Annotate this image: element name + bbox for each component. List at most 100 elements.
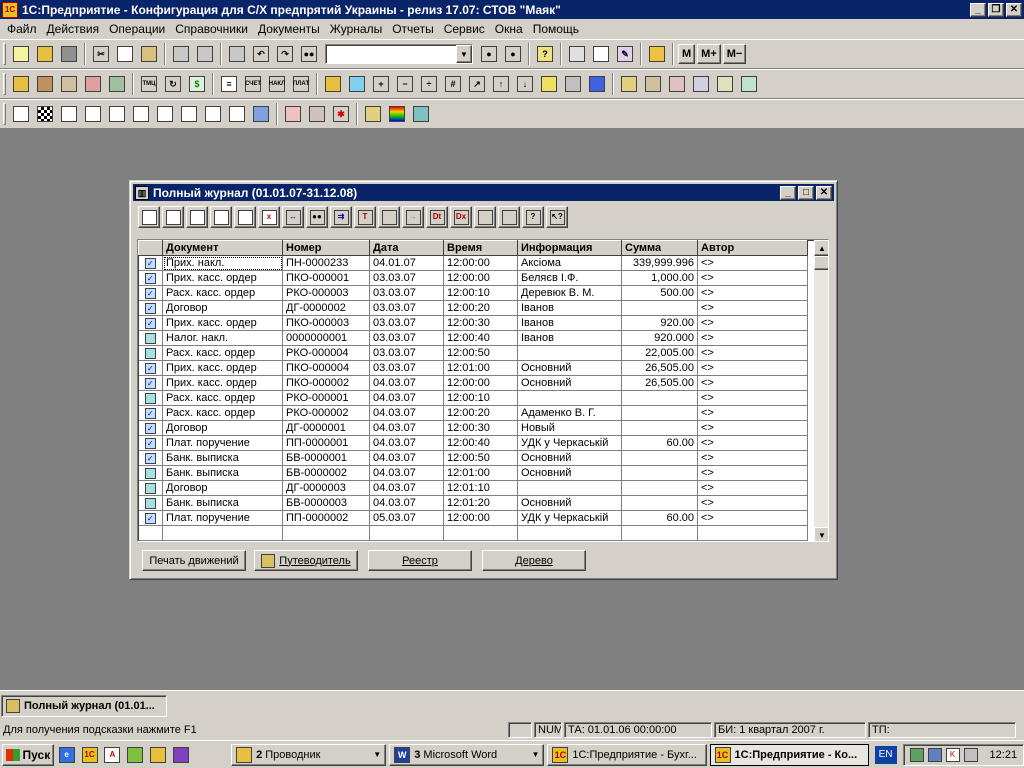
waybill-button[interactable]: НАКЛ [266,73,288,95]
quicklaunch-1c[interactable]: 1C [80,745,100,765]
spreadsheet-button[interactable] [282,103,304,125]
divide-button[interactable]: ÷ [418,73,440,95]
vertical-scrollbar[interactable]: ▲ ▼ [814,240,828,541]
journal-paste-button[interactable] [234,206,256,228]
toolbar-grip[interactable] [3,103,6,125]
cell-time[interactable]: 12:00:00 [443,375,518,391]
cell-date[interactable]: 03.03.07 [369,285,444,301]
arrow-button[interactable]: ↗ [466,73,488,95]
row-status-cell[interactable]: ✓ [138,285,163,301]
cell-date[interactable]: 04.03.07 [369,405,444,421]
language-indicator[interactable]: EN [874,745,897,764]
cell-number[interactable]: ДГ-0000001 [282,420,370,436]
minus-button[interactable]: − [394,73,416,95]
cell-sum[interactable] [621,300,698,316]
quicklaunch-ie[interactable]: e [57,745,77,765]
cell-info[interactable]: Основний [517,495,622,511]
tree-view-button[interactable] [618,73,640,95]
cell-info[interactable]: Основний [517,360,622,376]
new-button[interactable] [10,43,32,65]
list-button[interactable]: ≡ [218,73,240,95]
calendar-button[interactable] [590,43,612,65]
row-status-cell[interactable]: ✓ [138,510,163,526]
cell-date[interactable]: 03.03.07 [369,360,444,376]
journal-sort-button[interactable]: T [354,206,376,228]
column-button[interactable] [322,73,344,95]
cell-number[interactable]: ПКО-000003 [282,315,370,331]
cell-number[interactable]: БВ-0000001 [282,450,370,466]
print-preview-button[interactable] [194,43,216,65]
tray-network-icon[interactable] [909,747,924,762]
journal-base-button[interactable] [474,206,496,228]
report-2-button[interactable] [34,103,56,125]
table-row[interactable]: ✓ Расх. касс. ордер РКО-000002 04.03.07 12:0… [138,405,808,421]
memory-minus-button[interactable]: M− [722,44,747,64]
row-status-cell[interactable]: ✓ [138,270,163,286]
scroll-thumb[interactable] [814,256,828,270]
cell-sum[interactable] [621,405,698,421]
task-1c-config[interactable]: 1C 1С:Предприятие - Ко... [709,743,869,766]
report-8-button[interactable] [178,103,200,125]
cell-number[interactable]: ПКО-000001 [282,270,370,286]
cell-date[interactable]: 04.03.07 [369,390,444,406]
scroll-down-icon[interactable]: ▼ [814,527,828,541]
cell-document[interactable]: Договор [162,480,283,496]
cell-info[interactable]: Іванов [517,330,622,346]
table-row[interactable]: ✓ Договор ДГ-0000002 03.03.07 12:00:20 Іванов… [138,300,808,316]
menu-file[interactable]: Файл [2,22,42,36]
cell-info[interactable]: Іванов [517,300,622,316]
cell-date[interactable]: 04.03.07 [369,465,444,481]
table-row[interactable]: ✓ Расх. касс. ордер РКО-000003 03.03.07 12:0… [138,285,808,301]
cell-number[interactable]: ДГ-0000002 [282,300,370,316]
cell-author[interactable]: <> [697,270,808,286]
close-button[interactable]: ✕ [1006,2,1022,17]
menu-reports[interactable]: Отчеты [387,22,438,36]
payment-button[interactable]: ПЛАТ [290,73,312,95]
copy-button[interactable] [114,43,136,65]
cell-author[interactable]: <> [697,360,808,376]
journal-context-help-button[interactable]: ↖? [546,206,568,228]
table-row[interactable]: ✓ Прих. касс. ордер ПКО-000001 03.03.07 12:0… [138,270,808,286]
cell-number[interactable]: РКО-000003 [282,285,370,301]
menu-journals[interactable]: Журналы [325,22,387,36]
save-button[interactable] [58,43,80,65]
start-button[interactable]: Пуск [2,743,54,766]
cell-sum[interactable]: 26,505.00 [621,375,698,391]
cell-date[interactable]: 04.03.07 [369,420,444,436]
memory-button[interactable]: M [678,44,696,64]
quicklaunch-acrobat[interactable]: A [103,745,123,765]
cell-author[interactable]: <> [697,255,808,271]
journal-maximize-button[interactable]: □ [798,185,814,200]
column-header-author[interactable]: Автор [697,240,808,256]
journal-goto-button[interactable]: → [402,206,424,228]
cell-number[interactable]: РКО-000004 [282,345,370,361]
cell-number[interactable]: ПП-0000002 [282,510,370,526]
table-row[interactable]: Банк. выписка БВ-0000003 04.03.07 12:01:20 О… [138,495,808,511]
cell-sum[interactable]: 920.00 [621,315,698,331]
cell-author[interactable]: <> [697,450,808,466]
cell-document[interactable]: Прих. касс. ордер [162,270,283,286]
cell-author[interactable]: <> [697,465,808,481]
cell-author[interactable]: <> [697,420,808,436]
cell-document[interactable]: Договор [162,300,283,316]
cell-number[interactable]: БВ-0000002 [282,465,370,481]
menu-operations[interactable]: Операции [104,22,170,36]
note-button[interactable] [538,73,560,95]
report-9-button[interactable] [202,103,224,125]
journal-edit-button[interactable] [162,206,184,228]
cell-sum[interactable] [621,480,698,496]
cell-info[interactable]: УДК у Черкаській [517,435,622,451]
hash-button[interactable]: # [442,73,464,95]
report-11-button[interactable] [250,103,272,125]
cell-author[interactable]: <> [697,390,808,406]
cell-document[interactable]: Расх. касс. ордер [162,285,283,301]
report-6-button[interactable] [130,103,152,125]
help-button[interactable]: ? [534,43,556,65]
table-row[interactable]: ✓ Прих. касс. ордер ПКО-000002 04.03.07 12:0… [138,375,808,391]
quicklaunch-folder[interactable] [148,745,168,765]
cell-date[interactable]: 04.03.07 [369,375,444,391]
journal-subordinate-button[interactable] [498,206,520,228]
menu-service[interactable]: Сервис [439,22,490,36]
report-7-button[interactable] [154,103,176,125]
cell-date[interactable]: 03.03.07 [369,345,444,361]
